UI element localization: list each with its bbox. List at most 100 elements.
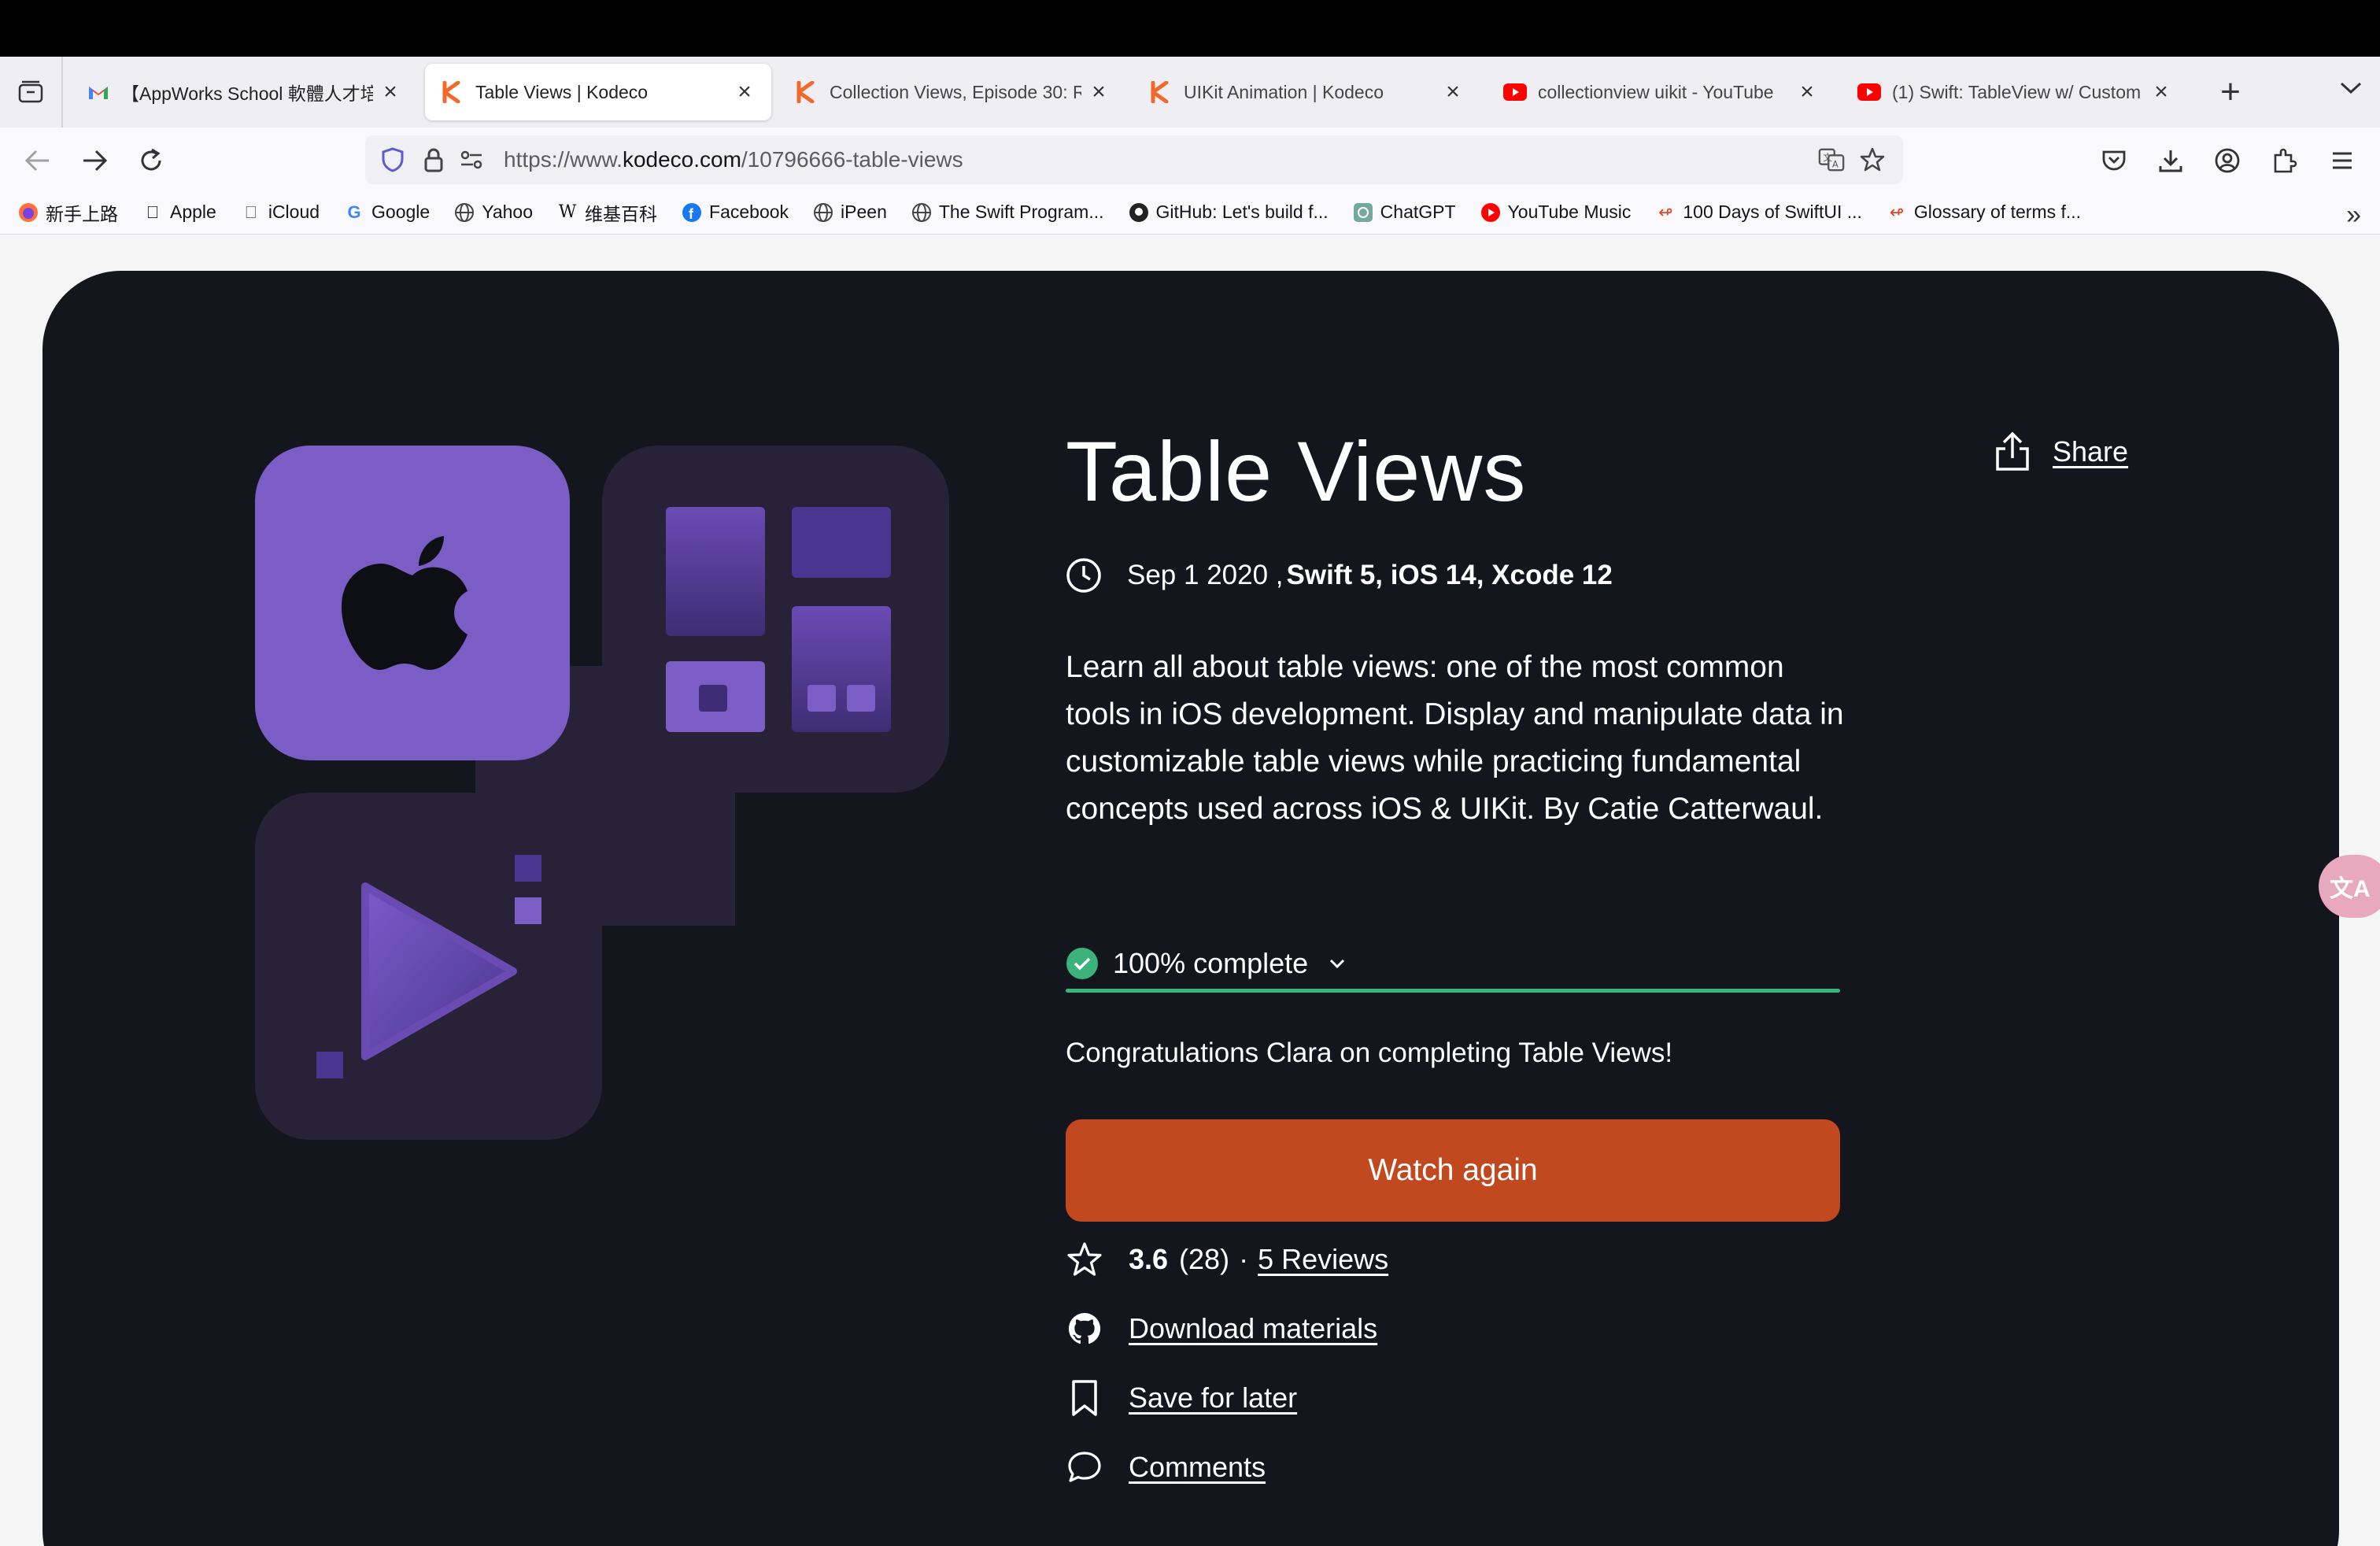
tab-close-icon[interactable]: × bbox=[1088, 79, 1110, 105]
github-icon bbox=[1128, 202, 1150, 224]
account-button[interactable] bbox=[2210, 143, 2245, 178]
reviews-link[interactable]: 5 Reviews bbox=[1258, 1243, 1388, 1276]
swift-icon: ↫ bbox=[1889, 202, 1905, 222]
course-description: Learn all about table views: one of the … bbox=[1066, 650, 1844, 826]
watch-again-button[interactable]: Watch again bbox=[1066, 1119, 1840, 1222]
menu-button[interactable] bbox=[2325, 143, 2360, 178]
bookmark-item[interactable]: GitHub: Let's build f... bbox=[1128, 202, 1329, 224]
progress-label: 100% complete bbox=[1113, 947, 1309, 979]
tab-youtube-collectionview[interactable]: collectionview uikit - YouTube × bbox=[1488, 64, 1834, 120]
download-materials-row[interactable]: Download materials bbox=[1066, 1310, 1377, 1348]
url-text[interactable]: https://www.kodeco.com/10796666-table-vi… bbox=[504, 147, 963, 172]
bookmarks-overflow-button[interactable]: » bbox=[2346, 200, 2361, 231]
share-icon bbox=[1996, 431, 2029, 471]
github-icon bbox=[1066, 1310, 1103, 1348]
bookmark-label: The Swift Program... bbox=[938, 202, 1104, 222]
rating-row: 3.6 (28) · 5 Reviews bbox=[1066, 1241, 1388, 1278]
clock-icon bbox=[1066, 558, 1101, 593]
bookmark-item[interactable]: ChatGPT bbox=[1352, 202, 1456, 224]
pocket-icon bbox=[2102, 150, 2126, 171]
bookmark-item[interactable]: G Google bbox=[343, 202, 430, 224]
release-date: Sep 1 2020 , bbox=[1127, 560, 1284, 590]
rating-separator: · bbox=[1239, 1243, 1249, 1275]
bookmark-item[interactable]: f Facebook bbox=[681, 202, 789, 224]
forward-button[interactable] bbox=[77, 143, 112, 178]
save-for-later-link[interactable]: Save for later bbox=[1129, 1381, 1297, 1415]
facebook-icon: f bbox=[681, 202, 703, 224]
course-meta: Sep 1 2020 , Swift 5, iOS 14, Xcode 12 bbox=[1066, 557, 1613, 594]
pocket-button[interactable] bbox=[2097, 143, 2131, 178]
tab-close-icon[interactable]: × bbox=[379, 79, 401, 105]
bookmark-item[interactable]:  Apple bbox=[142, 202, 216, 224]
chevron-down-icon bbox=[2340, 82, 2362, 94]
comments-row[interactable]: Comments bbox=[1066, 1448, 1266, 1486]
bookmark-item[interactable]: ↫ 100 Days of SwiftUI ... bbox=[1654, 202, 1862, 224]
rating-value: 3.6 bbox=[1129, 1243, 1169, 1275]
tab-youtube-tableview[interactable]: (1) Swift: TableView w/ Custom C × bbox=[1842, 64, 2188, 120]
tab-close-icon[interactable]: × bbox=[734, 79, 756, 105]
bookmark-item[interactable]: YouTube Music bbox=[1480, 202, 1631, 224]
tab-title: (1) Swift: TableView w/ Custom C bbox=[1892, 81, 2144, 102]
url-bar[interactable]: https://www.kodeco.com/10796666-table-vi… bbox=[365, 135, 1903, 184]
reload-button[interactable] bbox=[134, 143, 168, 178]
arrow-right-icon bbox=[83, 150, 108, 172]
bookmark-item[interactable]: Yahoo bbox=[453, 202, 533, 224]
wikipedia-icon: W bbox=[558, 202, 577, 222]
rating-count: (28) bbox=[1179, 1243, 1230, 1275]
download-icon bbox=[2159, 150, 2182, 172]
translate-extension-button[interactable]: 文A bbox=[2319, 855, 2380, 918]
tab-close-icon[interactable]: × bbox=[1442, 79, 1464, 105]
back-button[interactable] bbox=[20, 143, 55, 178]
tab-gmail[interactable]: 【AppWorks School 軟體人才培訓 × bbox=[71, 64, 417, 120]
downloads-button[interactable] bbox=[2153, 143, 2188, 178]
navigation-toolbar: https://www.kodeco.com/10796666-table-vi… bbox=[0, 128, 2380, 190]
url-domain: kodeco.com bbox=[622, 147, 741, 172]
globe-icon bbox=[812, 202, 834, 224]
tab-title: Collection Views, Episode 30: R bbox=[830, 81, 1081, 102]
svg-text:文: 文 bbox=[1824, 152, 1832, 163]
lock-icon[interactable] bbox=[420, 146, 447, 173]
bookmark-item[interactable]: The Swift Program... bbox=[911, 202, 1104, 224]
new-tab-button[interactable]: + bbox=[2207, 68, 2254, 116]
check-circle-icon bbox=[1066, 948, 1098, 979]
firefox-view-icon bbox=[18, 80, 43, 103]
bookmark-item[interactable]: ↫ Glossary of terms f... bbox=[1886, 202, 2081, 224]
star-icon bbox=[1066, 1241, 1103, 1278]
bookmark-label: 维基百科 bbox=[585, 203, 658, 224]
bookmark-item[interactable]:  iCloud bbox=[240, 202, 320, 224]
speech-bubble-icon bbox=[1066, 1448, 1103, 1486]
art-block bbox=[666, 507, 765, 636]
tab-table-views[interactable]: Table Views | Kodeco × bbox=[425, 64, 771, 120]
share-label: Share bbox=[2053, 435, 2129, 468]
shield-icon[interactable] bbox=[379, 146, 406, 173]
bookmark-item[interactable]: W 维基百科 bbox=[556, 199, 657, 226]
globe-icon bbox=[911, 202, 933, 224]
firefox-view-button[interactable] bbox=[0, 57, 63, 128]
save-for-later-row[interactable]: Save for later bbox=[1066, 1379, 1297, 1417]
tab-list-button[interactable] bbox=[2339, 80, 2363, 100]
swift-icon: ↫ bbox=[1658, 202, 1673, 222]
tab-strip: 【AppWorks School 軟體人才培訓 × Table Views | … bbox=[0, 57, 2380, 128]
bookmark-item[interactable]: iPeen bbox=[812, 202, 887, 224]
gmail-icon bbox=[87, 80, 110, 104]
extensions-button[interactable] bbox=[2267, 143, 2301, 178]
comments-link[interactable]: Comments bbox=[1129, 1451, 1266, 1484]
site-permissions-icon[interactable] bbox=[458, 146, 485, 173]
bookmark-label: iPeen bbox=[841, 202, 887, 222]
download-materials-link[interactable]: Download materials bbox=[1129, 1312, 1377, 1345]
tab-close-icon[interactable]: × bbox=[1796, 79, 1818, 105]
tab-uikit-animation[interactable]: UIKit Animation | Kodeco × bbox=[1133, 64, 1480, 120]
progress-dropdown[interactable]: 100% complete bbox=[1066, 934, 1840, 993]
tab-title: collectionview uikit - YouTube bbox=[1538, 81, 1774, 102]
tab-close-icon[interactable]: × bbox=[2150, 79, 2172, 105]
puzzle-icon bbox=[2274, 148, 2297, 173]
translate-icon[interactable]: 文A bbox=[1818, 146, 1845, 173]
tab-collection-views[interactable]: Collection Views, Episode 30: R × bbox=[779, 64, 1125, 120]
hamburger-icon bbox=[2333, 152, 2352, 169]
share-button[interactable]: Share bbox=[1994, 431, 2128, 472]
url-path: /10796666-table-views bbox=[741, 147, 963, 172]
bookmark-star-icon[interactable] bbox=[1859, 146, 1886, 173]
bookmark-item[interactable]: 新手上路 bbox=[17, 199, 118, 226]
bookmark-label: 100 Days of SwiftUI ... bbox=[1683, 202, 1862, 222]
art-block bbox=[792, 507, 891, 578]
